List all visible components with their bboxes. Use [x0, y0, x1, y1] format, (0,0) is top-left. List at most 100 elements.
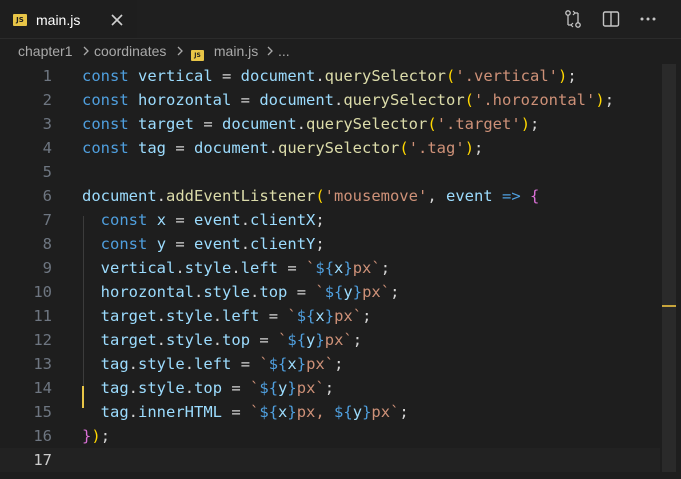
code-token: } [362, 403, 372, 421]
line-number: 6 [42, 187, 52, 205]
line-code: const target = document.querySelector('.… [82, 112, 539, 136]
code-token: ) [91, 427, 101, 445]
code-line[interactable]: 15 tag.innerHTML = `${x}px, ${y}px`; [0, 400, 660, 424]
code-token: ${ [259, 403, 279, 421]
line-code: tag.style.top = `${y}px`; [82, 376, 334, 400]
code-line[interactable]: 10 horozontal.style.top = `${y}px`; [0, 280, 660, 304]
code-token: . [175, 259, 185, 277]
code-line[interactable]: 13 tag.style.left = `${x}px`; [0, 352, 660, 376]
code-token: ` [306, 259, 316, 277]
code-token: ) [595, 91, 605, 109]
code-token: querySelector [306, 115, 428, 133]
breadcrumb-item-file[interactable]: JS main.js [191, 43, 258, 61]
line-number: 13 [33, 355, 52, 373]
code-token: style [138, 379, 185, 397]
code-line[interactable]: 3 const target = document.querySelector('… [0, 112, 660, 136]
code-token: tag [100, 379, 129, 397]
code-token: vertical [100, 259, 176, 277]
code-token: = [222, 379, 251, 397]
code-line[interactable]: 14 tag.style.top = `${y}px`; [0, 376, 660, 400]
code-line[interactable]: 7 const x = event.clientX; [0, 208, 660, 232]
line-code: horozontal.style.top = `${y}px`; [82, 280, 400, 304]
code-line[interactable]: 11 target.style.left = `${x}px`; [0, 304, 660, 328]
chevron-right-icon [267, 46, 273, 56]
line-number: 8 [42, 235, 52, 253]
code-token: ${ [315, 259, 335, 277]
code-line[interactable]: 8 const y = event.clientY; [0, 232, 660, 256]
breadcrumb-file-label: main.js [213, 43, 259, 59]
code-token: const [82, 139, 129, 157]
breadcrumb-item-coordinates[interactable]: coordinates [94, 43, 166, 59]
code-token: left [194, 355, 232, 373]
line-number: 11 [33, 307, 52, 325]
code-token: px` [371, 403, 400, 421]
code-token: querySelector [324, 67, 446, 85]
code-token: x [315, 307, 325, 325]
code-token: ; [315, 235, 325, 253]
editor-window: JS main.js chapter1 coordinates JS main.… [0, 0, 681, 479]
code-token: ; [399, 403, 409, 421]
code-token: addEventListener [166, 187, 316, 205]
code-token: . [231, 259, 241, 277]
code-token: ${ [268, 355, 288, 373]
code-token: . [128, 403, 139, 421]
code-token: = [250, 331, 279, 349]
code-token: querySelector [278, 139, 400, 157]
code-line[interactable]: 17 [0, 448, 660, 472]
code-line[interactable]: 4 const tag = document.querySelector('.ta… [0, 136, 660, 160]
code-token: = [166, 139, 195, 157]
code-token: } [287, 379, 297, 397]
code-token: . [156, 331, 167, 349]
tab-title: main.js [36, 12, 81, 28]
code-token: = [222, 403, 251, 421]
code-line[interactable]: 2 const horozontal = document.querySelect… [0, 88, 660, 112]
code-token: style [138, 355, 185, 373]
line-code: document.addEventListener('mousemove', e… [82, 184, 539, 208]
javascript-file-icon: JS [13, 14, 27, 26]
code-token: ` [250, 379, 260, 397]
compare-changes-icon[interactable] [563, 9, 583, 29]
code-token: px` [306, 355, 335, 373]
code-line[interactable]: 6 document.addEventListener('mousemove', … [0, 184, 660, 208]
code-line[interactable]: 9 vertical.style.left = `${x}px`; [0, 256, 660, 280]
code-line[interactable]: 1 const vertical = document.querySelector… [0, 64, 660, 88]
line-code: target.style.top = `${y}px`; [82, 328, 362, 352]
code-line[interactable]: 5 [0, 160, 660, 184]
code-token: . [296, 115, 307, 133]
close-icon[interactable] [108, 11, 126, 29]
code-token: ( [446, 67, 456, 85]
breadcrumb-item-chapter1[interactable]: chapter1 [18, 43, 72, 59]
code-token: . [334, 91, 344, 109]
vertical-scrollbar[interactable] [662, 64, 676, 472]
tab-main-js[interactable]: JS main.js [0, 0, 137, 38]
code-token: ; [315, 211, 325, 229]
line-code: tag.style.left = `${x}px`; [82, 352, 344, 376]
code-token: y [352, 403, 363, 421]
code-token: style [166, 331, 213, 349]
horizontal-scrollbar[interactable] [0, 472, 662, 479]
code-token: innerHTML [138, 403, 223, 421]
code-token: ${ [287, 331, 307, 349]
code-token: . [240, 211, 251, 229]
breadcrumb-item-symbols[interactable]: ... [278, 43, 290, 59]
line-number: 3 [42, 115, 52, 133]
line-number: 5 [42, 163, 52, 181]
split-editor-icon[interactable] [601, 9, 621, 29]
more-actions-icon[interactable] [638, 9, 658, 29]
code-token: ; [390, 283, 400, 301]
code-line[interactable]: 12 target.style.top = `${y}px`; [0, 328, 660, 352]
code-line[interactable]: 16}); [0, 424, 660, 448]
code-token: left [240, 259, 279, 277]
code-token: '.target' [436, 115, 521, 133]
code-editor[interactable]: 1 const vertical = document.querySelector… [0, 64, 681, 479]
code-token: = [212, 67, 241, 85]
code-token: y [156, 235, 167, 253]
code-token: = [287, 283, 316, 301]
code-token: . [194, 283, 204, 301]
code-token: querySelector [343, 91, 465, 109]
